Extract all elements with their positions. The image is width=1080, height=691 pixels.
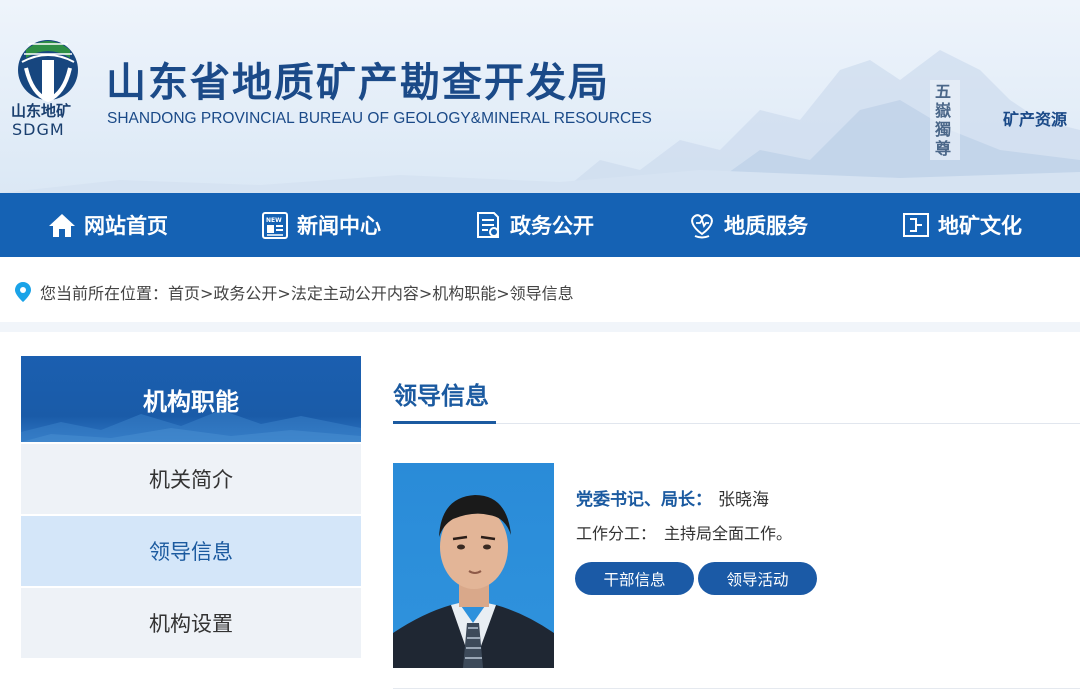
sidebar-item-label: 领导信息 (149, 540, 233, 564)
site-title[interactable]: 山东省地质矿产勘查开发局 (106, 50, 610, 108)
logo-en-text: SDGM (12, 120, 65, 139)
button-label: 干部信息 (603, 570, 666, 589)
frame-icon (900, 209, 932, 241)
leader-role: 党委书记、局长： (576, 490, 712, 510)
sidebar-title: 机构职能 (143, 387, 239, 416)
nav-item-label: 政务公开 (510, 214, 594, 238)
page-title: 领导信息 (393, 382, 489, 410)
sidebar: 机构职能 机关简介 领导信息 机构设置 (21, 356, 361, 658)
title-divider (393, 423, 1080, 424)
nav-item-culture[interactable]: 地矿文化 (900, 193, 1022, 257)
duty-text: 主持局全面工作。 (664, 524, 793, 543)
leader-role-line: 党委书记、局长： 张晓海 (576, 485, 769, 510)
main-nav: 网站首页 NEW 新闻中心 政务公开 地质服务 地矿文化 (0, 193, 1080, 257)
nav-item-home[interactable]: 网站首页 (46, 193, 168, 257)
leader-name[interactable]: 张晓海 (718, 485, 769, 510)
stamp-text: 五嶽獨尊 (935, 82, 952, 158)
home-icon (46, 209, 78, 241)
nav-item-geo-service[interactable]: 地质服务 (686, 193, 808, 257)
button-label: 领导活动 (726, 570, 789, 589)
header-right-text[interactable]: 矿产资源 (1003, 106, 1067, 130)
title-underline (393, 421, 496, 424)
sidebar-item-label: 机构设置 (149, 612, 233, 636)
location-pin-icon (15, 282, 31, 302)
heart-hand-icon (686, 209, 718, 241)
breadcrumb: 您当前所在位置：首页>政务公开>法定主动公开内容>机构职能>领导信息 (0, 257, 1080, 327)
site-header: 五嶽獨尊 山东地矿 SDGM 山东省地质矿产勘查开发局 SHANDONG PRO… (0, 0, 1080, 193)
nav-item-news[interactable]: NEW 新闻中心 (259, 193, 381, 257)
nav-item-label: 地矿文化 (938, 214, 1022, 238)
nav-item-gov-affairs[interactable]: 政务公开 (472, 193, 594, 257)
leader-photo[interactable] (393, 463, 554, 668)
site-subtitle: SHANDONG PROVINCIAL BUREAU OF GEOLOGY&MI… (107, 110, 652, 127)
breadcrumb-divider (0, 322, 1080, 332)
nav-item-label: 新闻中心 (297, 214, 381, 238)
document-icon (472, 209, 504, 241)
portrait-illustration (393, 495, 554, 668)
sidebar-header: 机构职能 (21, 356, 361, 442)
breadcrumb-text[interactable]: 您当前所在位置：首页>政务公开>法定主动公开内容>机构职能>领导信息 (40, 280, 574, 304)
content-divider (393, 688, 1080, 689)
nav-item-label: 地质服务 (724, 214, 808, 238)
leader-activity-button[interactable]: 领导活动 (698, 562, 817, 595)
sidebar-item-label: 机关简介 (149, 468, 233, 492)
news-icon: NEW (259, 209, 291, 241)
sidebar-item-intro[interactable]: 机关简介 (21, 444, 361, 514)
duty-label: 工作分工： (576, 524, 657, 543)
cadre-info-button[interactable]: 干部信息 (575, 562, 694, 595)
nav-item-label: 网站首页 (84, 214, 168, 238)
leader-duty-line: 工作分工： 主持局全面工作。 (576, 520, 792, 544)
svg-text:NEW: NEW (266, 217, 282, 224)
sidebar-item-leaders[interactable]: 领导信息 (21, 516, 361, 586)
sidebar-item-structure[interactable]: 机构设置 (21, 588, 361, 658)
logo-cn-text: 山东地矿 (11, 102, 72, 120)
